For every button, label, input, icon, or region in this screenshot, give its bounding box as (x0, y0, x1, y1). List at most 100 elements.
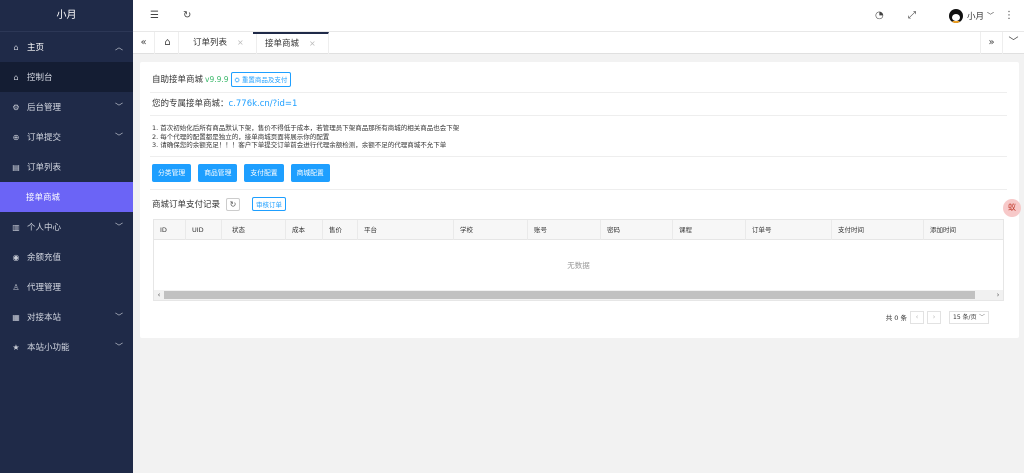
sidebar-item-order-list[interactable]: ▤ 订单列表 (0, 152, 133, 182)
total-count: 共 0 条 (885, 314, 907, 322)
divider (150, 156, 1007, 157)
audit-order-button[interactable]: 审核订单 (252, 197, 287, 211)
notice-line: 2. 每个代理的配置都是独立的，接单商城页面将展示你的配置 (152, 132, 330, 141)
refresh-icon[interactable]: ↻ (226, 197, 241, 211)
menu-collapse-icon[interactable]: ☰ (150, 0, 159, 32)
sidebar-item-label: 代理管理 (27, 283, 62, 293)
tab-bar: « ⌂ 订单列表 × 接单商城 × » ﹀ (133, 32, 1024, 54)
column-header[interactable]: 学校 (454, 220, 528, 240)
sidebar-item-agent[interactable]: ♙ 代理管理 (0, 272, 133, 302)
refresh-icon[interactable]: ↻ (183, 0, 191, 32)
column-header[interactable]: 售价 (323, 220, 358, 240)
sidebar-item-label: 余额充值 (27, 253, 62, 263)
chevron-down-icon: ﹀ (987, 12, 994, 20)
tab-scroll-left-icon[interactable]: « (133, 32, 155, 54)
sidebar-item-order-submit[interactable]: ⊕ 订单提交 ﹀ (0, 122, 133, 152)
sidebar-item-label: 订单列表 (27, 163, 62, 173)
close-icon[interactable]: × (309, 39, 316, 48)
sidebar-item-order-mall[interactable]: 接单商城 (0, 182, 133, 212)
divider (150, 115, 1007, 116)
payment-config-button[interactable]: 支付配置 (244, 164, 284, 182)
floating-helper-badge[interactable]: 蚁 (1003, 199, 1021, 217)
version-label: v9.9.9 (205, 74, 229, 84)
chevron-down-icon: ﹀ (115, 102, 123, 112)
column-header[interactable]: 支付时间 (832, 220, 924, 240)
reset-goods-payment-button[interactable]: ⛭ 重置商品及支付 (230, 71, 292, 87)
category-manage-button[interactable]: 分类管理 (152, 164, 192, 182)
more-icon[interactable]: ⋮ (1004, 0, 1014, 32)
prev-page-button[interactable]: ‹ (910, 310, 924, 324)
chevron-down-icon: ﹀ (115, 222, 123, 232)
brand-title: 小月 (0, 0, 133, 32)
horizontal-scrollbar[interactable]: ‹ › (154, 290, 1003, 300)
column-header[interactable]: 密码 (601, 220, 673, 240)
chevron-down-icon: ﹀ (978, 313, 985, 321)
chevron-left-icon[interactable]: ‹ (154, 290, 164, 300)
mall-config-button[interactable]: 商城配置 (290, 164, 330, 182)
top-header: ☰ ↻ ◔ ⤢ 小月 ﹀ ⋮ (133, 0, 1024, 32)
theme-icon[interactable]: ◔ (875, 0, 884, 32)
shop-link-label: 您的专属接单商城： (152, 99, 229, 109)
sidebar-item-label: 对接本站 (27, 313, 62, 323)
chevron-down-icon: ﹀ (115, 312, 123, 322)
column-header[interactable]: 成本 (286, 220, 323, 240)
chevron-down-icon: ﹀ (115, 342, 123, 352)
empty-state: 无数据 (567, 261, 590, 270)
page-size-select[interactable]: 15 条/页 ﹀ (949, 310, 989, 324)
notice-line: 3. 请确保您的余额充足！！！客户下单提交订单前会进行代理余额检测，余额不足的代… (152, 141, 447, 149)
next-page-button[interactable]: › (927, 310, 941, 324)
home-outline-icon: ⌂ (13, 72, 19, 82)
tab-label: 接单商城 (265, 39, 300, 49)
sidebar-item-label: 本站小功能 (27, 343, 70, 353)
divider (150, 189, 1007, 190)
records-title-row: 商城订单支付记录 ↻ 审核订单 (152, 197, 287, 211)
sidebar-item-admin[interactable]: ⚙ 后台管理 ﹀ (0, 92, 133, 122)
column-header[interactable]: 订单号 (746, 220, 832, 240)
notice-line: 1. 首次初始化后所有商品默认下架，售价不得低于成本，若管理员下架商品那所有商城… (152, 124, 460, 132)
sidebar-item-label: 控制台 (27, 73, 53, 83)
coin-icon: ◉ (12, 252, 20, 262)
pagination: 共 0 条 ‹ › 15 条/页 ﹀ (886, 310, 989, 324)
shop-link-url[interactable]: c.776k.cn/?id=1 (229, 99, 298, 109)
sidebar-item-home[interactable]: ⌂ 主页 ︿ (0, 32, 133, 62)
sidebar-item-dock[interactable]: ▦ 对接本站 ﹀ (0, 302, 133, 332)
chevron-right-icon[interactable]: › (993, 290, 1003, 300)
column-header[interactable]: 添加时间 (924, 220, 1003, 240)
column-header[interactable]: 账号 (528, 220, 601, 240)
chevron-up-icon: ︿ (115, 42, 123, 52)
tab-order-mall[interactable]: 接单商城 × (253, 32, 329, 54)
column-header[interactable]: 课程 (673, 220, 746, 240)
sidebar-item-recharge[interactable]: ◉ 余额充值 (0, 242, 133, 272)
column-header[interactable]: 平台 (358, 220, 454, 240)
scrollbar-thumb[interactable] (164, 291, 975, 299)
column-header[interactable]: ID (154, 220, 186, 240)
sidebar-item-tools[interactable]: ★ 本站小功能 ﹀ (0, 332, 133, 362)
page-title-row: 自助接单商城 v9.9.9 ⛭ 重置商品及支付 (152, 70, 292, 88)
divider (150, 92, 1007, 93)
column-header[interactable]: 状态 (222, 220, 286, 240)
shop-link-row: 您的专属接单商城：c.776k.cn/?id=1 (152, 97, 297, 109)
tab-order-list[interactable]: 订单列表 × (181, 32, 257, 54)
sidebar-item-label: 个人中心 (27, 223, 62, 233)
records-table: ID UID 状态 成本 售价 平台 学校 账号 密码 课程 订单号 支付时间 … (153, 219, 1004, 301)
home-icon[interactable]: ⌂ (157, 32, 179, 54)
sidebar-item-dashboard[interactable]: ⌂ 控制台 (0, 62, 133, 92)
goods-manage-button[interactable]: 商品管理 (198, 164, 238, 182)
document-icon: ▤ (12, 162, 20, 172)
tab-menu-chevron-icon[interactable]: ﹀ (1002, 32, 1024, 54)
avatar (948, 9, 963, 23)
sidebar-item-personal[interactable]: ▥ 个人中心 ﹀ (0, 212, 133, 242)
close-icon[interactable]: × (237, 38, 244, 47)
page-title: 自助接单商城 (152, 75, 204, 85)
sidebar-item-label: 接单商城 (26, 193, 61, 203)
main-card: 自助接单商城 v9.9.9 ⛭ 重置商品及支付 您的专属接单商城：c.776k.… (140, 62, 1019, 338)
plus-circle-icon: ⊕ (12, 132, 20, 142)
fullscreen-icon[interactable]: ⤢ (908, 0, 916, 32)
user-menu[interactable]: 小月 ﹀ (948, 0, 994, 32)
table-header: ID UID 状态 成本 售价 平台 学校 账号 密码 课程 订单号 支付时间 … (154, 220, 1003, 240)
star-icon: ★ (12, 342, 20, 352)
sidebar: 小月 ⌂ 主页 ︿ ⌂ 控制台 ⚙ 后台管理 ﹀ ⊕ 订单提交 ﹀ ▤ 订单列表… (0, 0, 133, 473)
notice-list: 1. 首次初始化后所有商品默认下架，售价不得低于成本，若管理员下架商品那所有商城… (152, 124, 459, 150)
tab-scroll-right-icon[interactable]: » (980, 32, 1002, 54)
column-header[interactable]: UID (186, 220, 222, 240)
